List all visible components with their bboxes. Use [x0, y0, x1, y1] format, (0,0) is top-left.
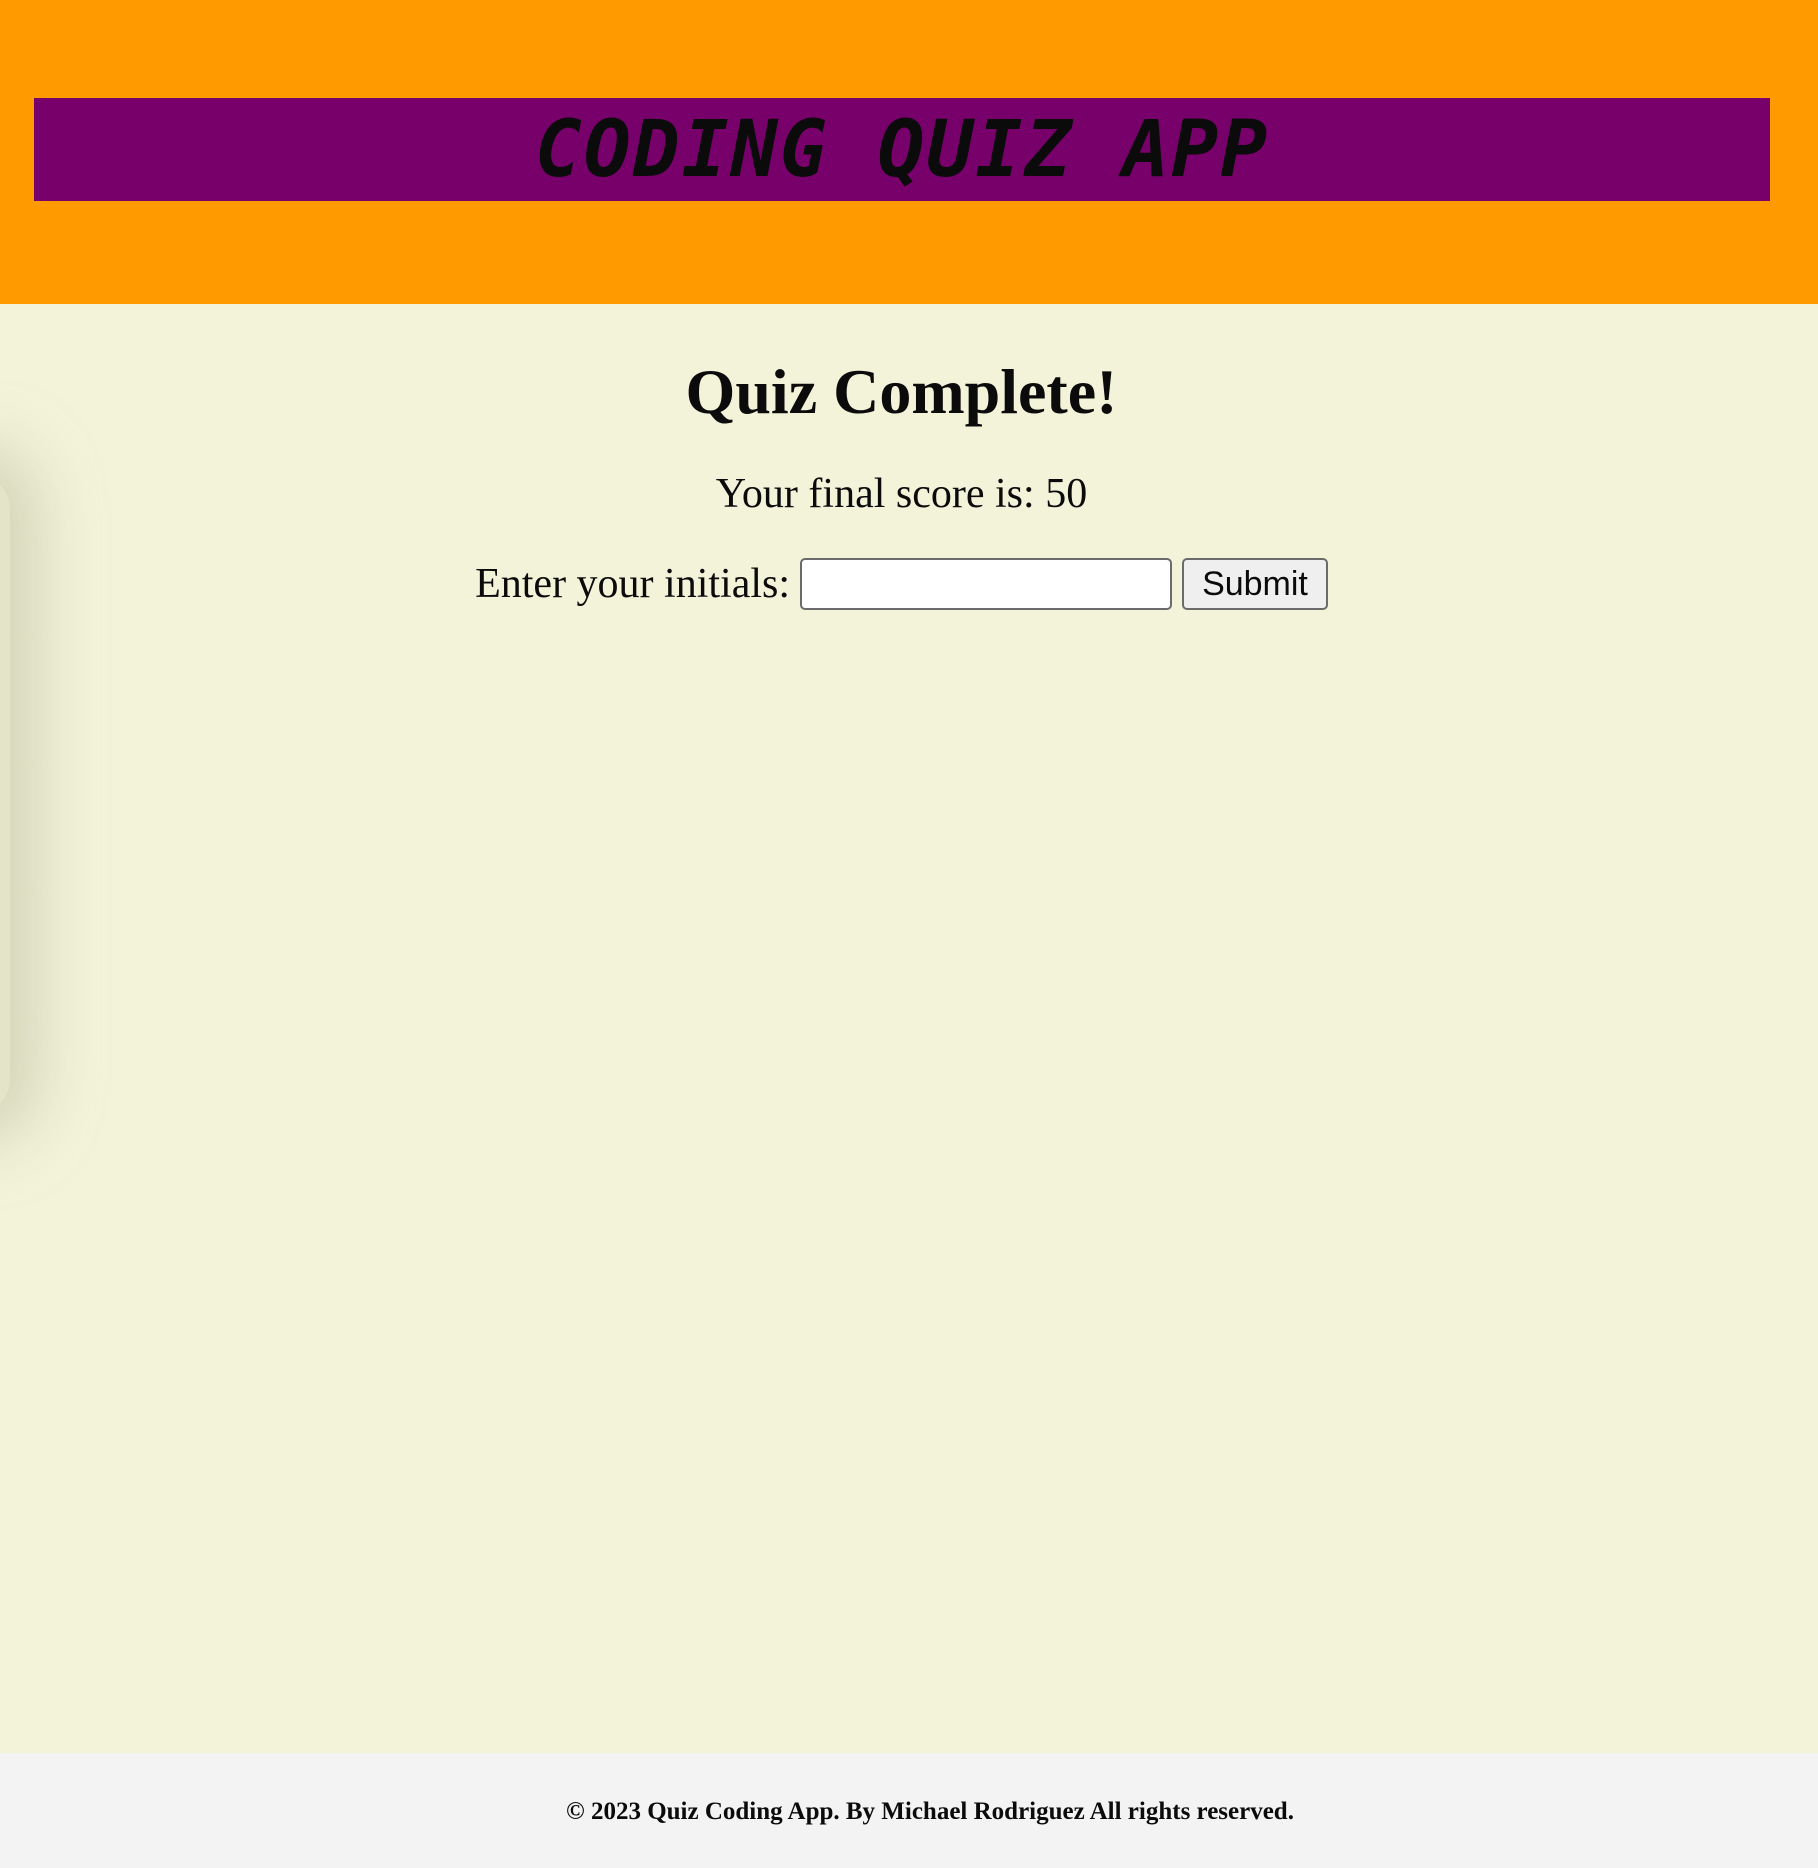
- initials-input[interactable]: [800, 558, 1173, 610]
- app-title: CODING QUIZ APP: [534, 104, 1270, 195]
- footer: © 2023 Quiz Coding App. By Michael Rodri…: [0, 1753, 1818, 1868]
- quiz-complete-heading: Quiz Complete!: [685, 356, 1118, 427]
- page: CODING QUIZ APP Quiz Complete! Your fina…: [0, 0, 1818, 1868]
- initials-form: Enter your initials: Submit: [0, 558, 1803, 610]
- title-bar: CODING QUIZ APP: [34, 98, 1770, 201]
- main-content: Quiz Complete! Your final score is: 50 E…: [0, 304, 1818, 1753]
- submit-button[interactable]: Submit: [1182, 558, 1328, 610]
- initials-label: Enter your initials:: [475, 561, 791, 607]
- header: CODING QUIZ APP: [0, 0, 1818, 304]
- final-score-label: Your final score is:: [715, 471, 1046, 517]
- final-score-value: 50: [1045, 471, 1088, 517]
- copyright-text: © 2023 Quiz Coding App. By Michael Rodri…: [566, 1798, 1294, 1825]
- final-score-text: Your final score is: 50: [0, 469, 1803, 519]
